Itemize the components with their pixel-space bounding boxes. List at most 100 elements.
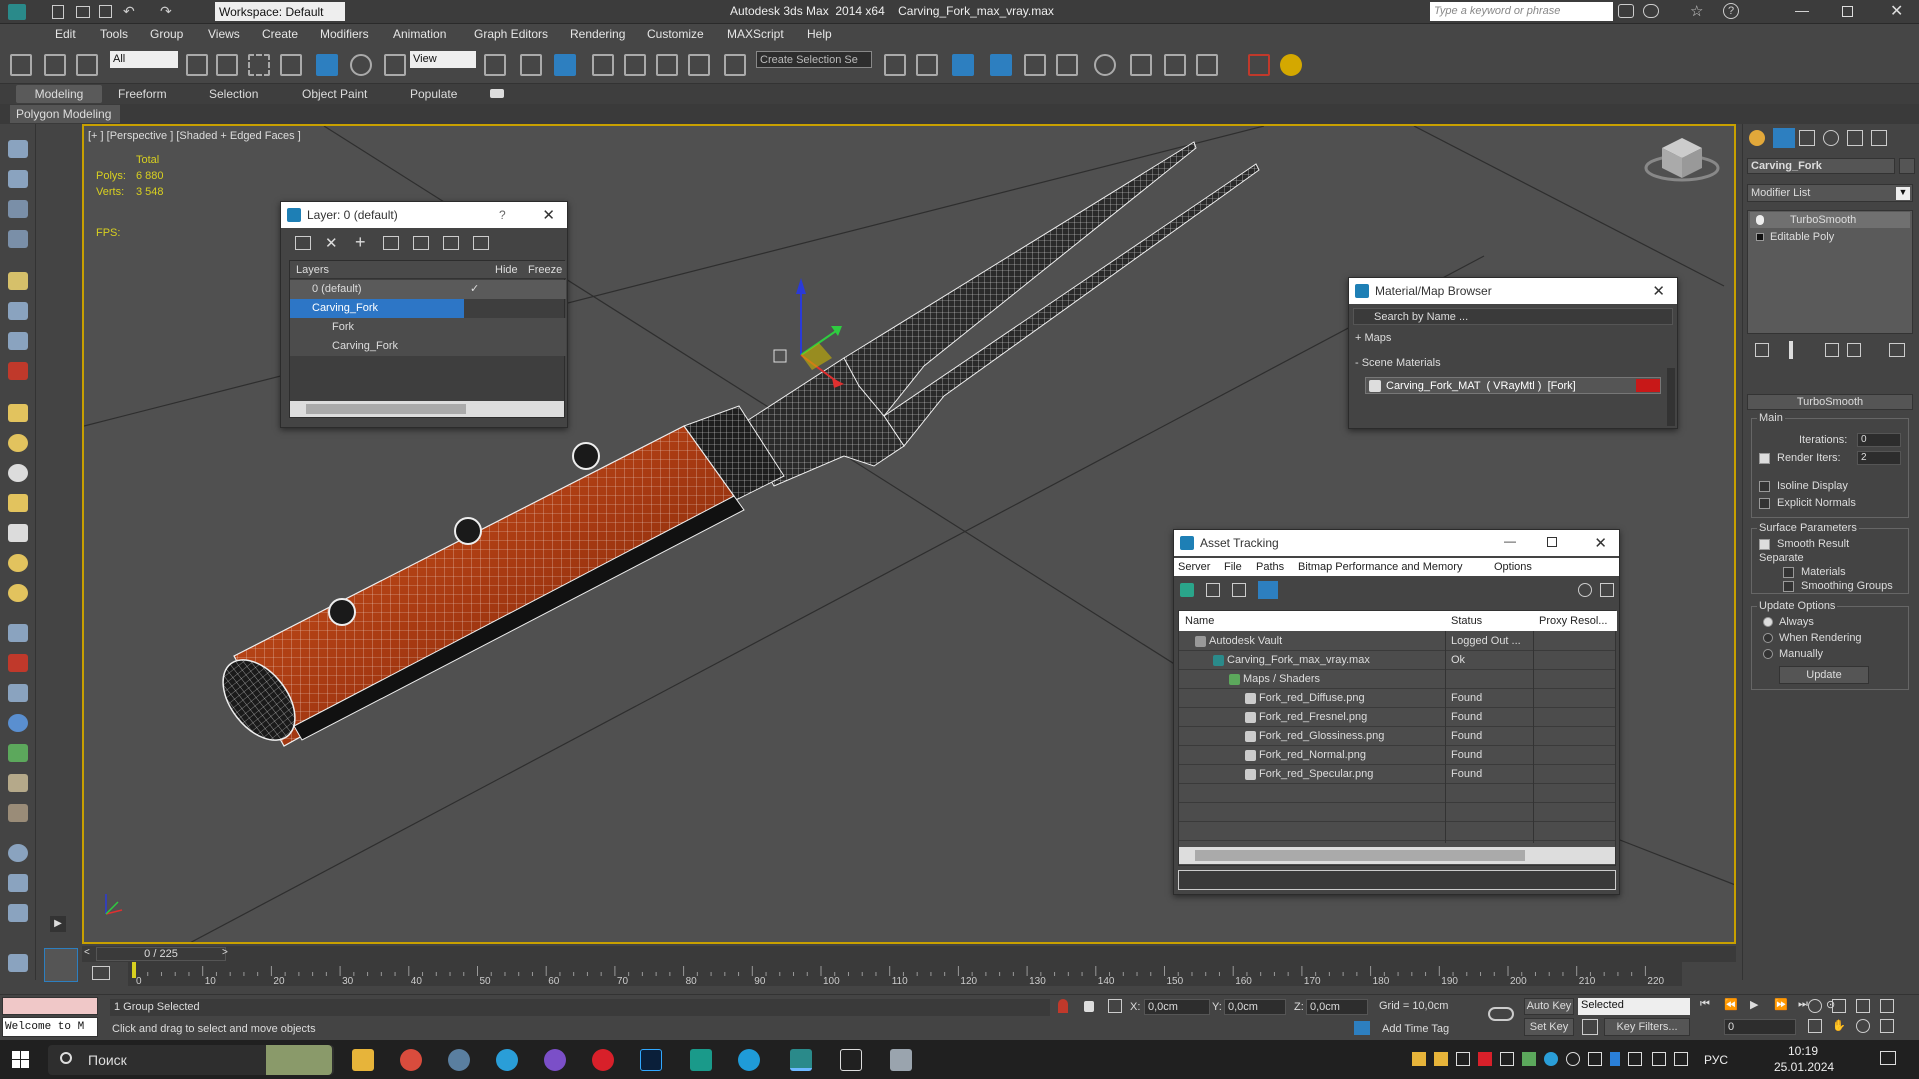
minimize-icon[interactable]: —: [1795, 2, 1809, 18]
volume-icon[interactable]: [1674, 1052, 1688, 1066]
key-filters-button[interactable]: Key Filters...: [1604, 1018, 1690, 1036]
previous-frame-icon[interactable]: ⏪: [1724, 998, 1738, 1011]
move-icon[interactable]: [316, 54, 338, 76]
select-highlighted-icon[interactable]: [383, 236, 399, 250]
x-coordinate-field[interactable]: 0,0cm: [1144, 999, 1210, 1015]
3ds-max-2019-icon[interactable]: [690, 1049, 712, 1071]
restore-icon[interactable]: [1842, 6, 1853, 17]
cone-icon[interactable]: [8, 524, 28, 542]
absolute-mode-icon[interactable]: [1108, 999, 1122, 1013]
preset-icon[interactable]: [8, 904, 28, 922]
redo-icon[interactable]: ↷: [160, 3, 172, 20]
edit-named-selection-icon[interactable]: [724, 54, 746, 76]
detail-view-icon[interactable]: [1232, 583, 1246, 597]
window-crossing-icon[interactable]: [280, 54, 302, 76]
freeze-all-icon[interactable]: [473, 236, 489, 250]
tray-icon-9[interactable]: [1588, 1052, 1602, 1066]
col-name[interactable]: Name: [1185, 615, 1214, 627]
selection-filter-dropdown[interactable]: All: [110, 51, 178, 68]
asset-row[interactable]: Fork_red_Glossiness.png Found: [1179, 727, 1615, 746]
angle-snap-icon[interactable]: [624, 54, 646, 76]
tray-icon-1[interactable]: [1412, 1052, 1426, 1066]
box-icon[interactable]: [8, 170, 28, 188]
time-slider-thumb[interactable]: 0 / 225: [96, 947, 226, 961]
search-input[interactable]: Type a keyword or phrase: [1430, 2, 1613, 21]
rendered-frame-window-icon[interactable]: [1164, 54, 1186, 76]
viber-icon[interactable]: [544, 1049, 566, 1071]
language-indicator[interactable]: РУС: [1704, 1053, 1728, 1067]
tab-selection[interactable]: Selection: [209, 87, 258, 101]
schematic-view-icon[interactable]: [1056, 54, 1078, 76]
plane-icon[interactable]: [8, 200, 28, 218]
layer-manager-icon[interactable]: [952, 54, 974, 76]
hierarchy-tab-icon[interactable]: [1799, 130, 1815, 146]
pivot-center-icon[interactable]: [484, 54, 506, 76]
render-setup-icon[interactable]: [1130, 54, 1152, 76]
rotate-icon[interactable]: [350, 54, 372, 76]
explicit-normals-checkbox[interactable]: [1759, 497, 1776, 509]
sphere-blue-icon[interactable]: [8, 844, 28, 862]
set-key-button[interactable]: Set Key: [1524, 1018, 1574, 1036]
3ds-max-icon[interactable]: [790, 1049, 812, 1071]
notifications-icon[interactable]: [1880, 1051, 1896, 1065]
globe-icon[interactable]: [8, 714, 28, 732]
asset-row[interactable]: Fork_red_Fresnel.png Found: [1179, 708, 1615, 727]
grid-icon[interactable]: [8, 230, 28, 248]
modifier-list-dropdown[interactable]: Modifier List ▼: [1747, 184, 1913, 202]
tray-icon-2[interactable]: [1434, 1052, 1448, 1066]
y-coordinate-field[interactable]: 0,0cm: [1224, 999, 1286, 1015]
layer-row[interactable]: Carving_Fork: [290, 337, 566, 356]
material-browser-titlebar[interactable]: Material/Map Browser ✕: [1349, 278, 1677, 304]
taskbar-search-box[interactable]: Поиск: [48, 1045, 334, 1075]
menu-rendering[interactable]: Rendering: [570, 27, 625, 41]
tray-icon-7[interactable]: [1544, 1052, 1558, 1066]
workspace-dropdown[interactable]: Workspace: Default: [215, 2, 345, 21]
menu-animation[interactable]: Animation: [393, 27, 446, 41]
check-icon[interactable]: ✓: [470, 280, 479, 299]
stack-item-turbosmooth[interactable]: TurboSmooth: [1750, 212, 1910, 228]
zoom-icon[interactable]: [1808, 999, 1822, 1013]
asset-row[interactable]: Carving_Fork_max_vray.max Ok: [1179, 651, 1615, 670]
help-icon[interactable]: ?: [1723, 3, 1739, 19]
photoshop-icon[interactable]: [640, 1049, 662, 1071]
unlink-icon[interactable]: [44, 54, 66, 76]
col-hide[interactable]: Hide: [495, 264, 518, 276]
rectangular-selection-icon[interactable]: [248, 54, 270, 76]
field-of-view-icon[interactable]: [1808, 1019, 1822, 1033]
hide-all-icon[interactable]: [443, 236, 459, 250]
tab-populate[interactable]: Populate: [410, 87, 457, 101]
tab-freeform[interactable]: Freeform: [118, 87, 167, 101]
maxscript-input[interactable]: Welcome to M: [2, 1017, 98, 1037]
tray-icon-6[interactable]: [1522, 1052, 1536, 1066]
horizontal-scrollbar[interactable]: [290, 401, 564, 417]
table-view-icon[interactable]: [1258, 581, 1278, 599]
ribbon-options-icon[interactable]: [490, 89, 504, 98]
dynamics-icon[interactable]: [8, 654, 28, 672]
minimize-icon[interactable]: —: [1504, 534, 1516, 548]
zoom-extents-all-icon[interactable]: [1880, 999, 1894, 1013]
asset-row[interactable]: Fork_red_Diffuse.png Found: [1179, 689, 1615, 708]
refresh-icon[interactable]: [1180, 583, 1194, 597]
tray-icon-3[interactable]: [1456, 1052, 1470, 1066]
tube-icon[interactable]: [8, 494, 28, 512]
render-iters-checkbox[interactable]: [1759, 452, 1776, 464]
close-icon[interactable]: ✕: [1594, 534, 1607, 552]
maxscript-listener[interactable]: [2, 997, 98, 1015]
menu-options[interactable]: Options: [1494, 561, 1532, 573]
stack-item-editable-poly[interactable]: Editable Poly: [1750, 229, 1910, 245]
auto-key-button[interactable]: Auto Key: [1524, 998, 1574, 1015]
col-status[interactable]: Status: [1451, 615, 1482, 627]
configure-sets-icon[interactable]: [1889, 343, 1905, 357]
select-by-name-icon[interactable]: [216, 54, 238, 76]
key-tangent-icon[interactable]: [1582, 1019, 1598, 1035]
named-selection-set-dropdown[interactable]: Create Selection Se: [756, 51, 872, 68]
scrollbar-thumb[interactable]: [306, 404, 466, 414]
menu-views[interactable]: Views: [208, 27, 240, 41]
app-icon[interactable]: [8, 4, 26, 20]
teapot-icon[interactable]: [8, 140, 28, 158]
add-to-layer-icon[interactable]: +: [355, 232, 366, 253]
favorites-icon[interactable]: ☆: [1690, 2, 1703, 20]
smoothing-groups-checkbox[interactable]: [1783, 580, 1800, 592]
telegram-icon[interactable]: [496, 1049, 518, 1071]
file-explorer-icon[interactable]: [352, 1049, 374, 1071]
